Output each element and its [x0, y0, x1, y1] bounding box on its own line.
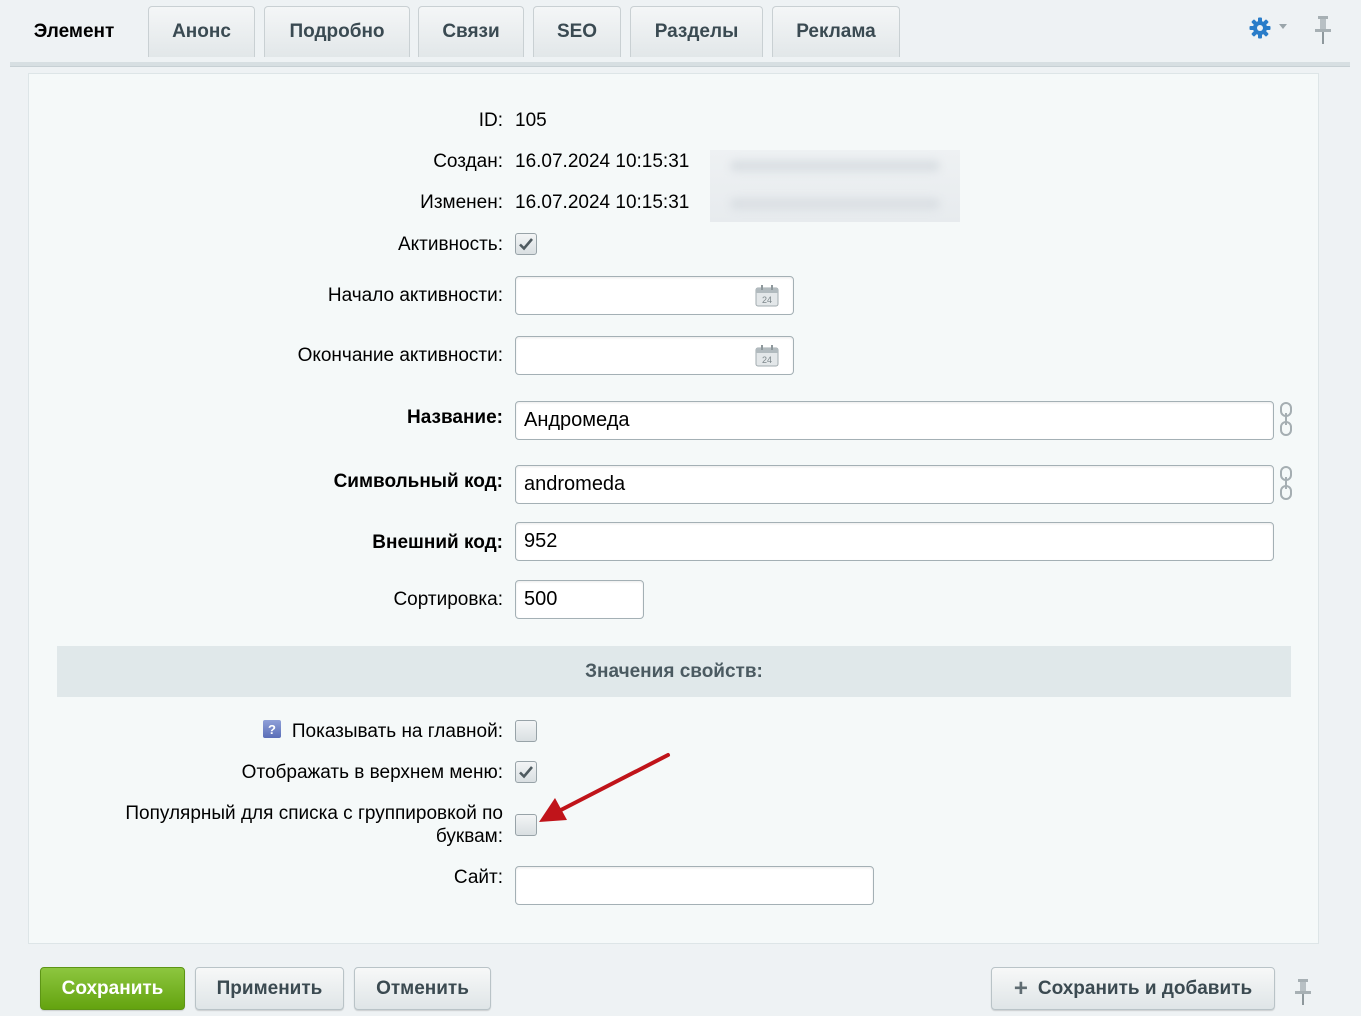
- annotation-arrow: [539, 753, 670, 822]
- calendar-icon[interactable]: 24: [755, 285, 779, 307]
- modified-value: 16.07.2024 10:15:31: [515, 192, 690, 213]
- tab-divider: [10, 62, 1350, 67]
- properties-section-header: Значения свойств:: [57, 646, 1291, 697]
- tab-label: Реклама: [796, 21, 876, 42]
- tab-detail[interactable]: Подробно: [264, 6, 410, 57]
- xml-id-input[interactable]: 952: [515, 522, 1274, 561]
- tab-advertising[interactable]: Реклама: [772, 6, 900, 57]
- tab-seo[interactable]: SEO: [533, 6, 621, 57]
- name-input[interactable]: Андромеда: [515, 401, 1274, 440]
- tab-element[interactable]: Элемент: [10, 0, 138, 62]
- save-and-add-button[interactable]: + Сохранить и добавить: [991, 967, 1275, 1010]
- apply-button[interactable]: Применить: [195, 967, 344, 1010]
- svg-text:24: 24: [762, 295, 772, 305]
- site-label: Сайт:: [453, 867, 503, 888]
- show-main-label: Показывать на главной:: [291, 721, 503, 742]
- name-label: Название:: [406, 407, 503, 428]
- tab-links[interactable]: Связи: [418, 6, 524, 57]
- gear-icon[interactable]: [1249, 17, 1271, 39]
- tab-label: Элемент: [33, 20, 115, 42]
- checkmark-icon: [519, 238, 533, 251]
- code-input[interactable]: andromeda: [515, 465, 1274, 504]
- active-to-input[interactable]: [515, 336, 794, 375]
- active-label: Активность:: [397, 234, 503, 255]
- popular-checkbox[interactable]: [515, 814, 537, 836]
- tab-label: Подробно: [289, 21, 385, 42]
- tab-label: Связи: [442, 21, 500, 42]
- pin-icon[interactable]: [1293, 978, 1313, 1006]
- created-label: Создан:: [433, 151, 503, 172]
- svg-text:24: 24: [762, 355, 772, 365]
- top-menu-label: Отображать в верхнем меню:: [241, 762, 503, 783]
- help-icon[interactable]: ?: [263, 720, 281, 738]
- translit-link-icon[interactable]: [1278, 465, 1294, 501]
- popular-label-line1: Популярный для списка с группировкой по: [125, 803, 503, 824]
- save-button[interactable]: Сохранить: [40, 967, 185, 1010]
- cancel-button[interactable]: Отменить: [354, 967, 491, 1010]
- plus-icon: +: [1013, 974, 1028, 1002]
- tab-announce[interactable]: Анонс: [148, 6, 255, 57]
- tab-sections[interactable]: Разделы: [630, 6, 763, 57]
- blurred-author-info: [710, 150, 960, 222]
- tab-label: Анонс: [172, 21, 231, 42]
- show-main-checkbox[interactable]: [515, 720, 537, 742]
- save-and-add-label: Сохранить и добавить: [1037, 977, 1253, 999]
- tab-label: SEO: [556, 21, 598, 42]
- id-label: ID:: [478, 110, 503, 131]
- active-checkbox[interactable]: [515, 233, 537, 255]
- active-from-label: Начало активности:: [327, 285, 503, 306]
- checkmark-icon: [519, 766, 533, 779]
- xml-id-label: Внешний код:: [372, 532, 503, 553]
- id-value: 105: [515, 110, 547, 131]
- code-label: Символьный код:: [333, 471, 503, 492]
- tab-label: Разделы: [654, 21, 739, 42]
- top-menu-checkbox[interactable]: [515, 761, 537, 783]
- sort-input[interactable]: 500: [515, 580, 644, 619]
- sort-label: Сортировка:: [393, 589, 503, 610]
- calendar-icon[interactable]: 24: [755, 345, 779, 367]
- translit-link-icon[interactable]: [1278, 401, 1294, 437]
- modified-label: Изменен:: [420, 192, 503, 213]
- chevron-down-icon[interactable]: [1279, 24, 1287, 29]
- active-to-label: Окончание активности:: [297, 345, 503, 366]
- properties-section-title: Значения свойств:: [585, 660, 763, 682]
- pin-icon[interactable]: [1312, 14, 1334, 46]
- created-value: 16.07.2024 10:15:31: [515, 151, 690, 172]
- site-input[interactable]: [515, 866, 874, 905]
- active-from-input[interactable]: [515, 276, 794, 315]
- tab-bar: Элемент Анонс Подробно Связи SEO Разделы…: [0, 0, 1361, 70]
- popular-label-line2: буквам:: [435, 826, 503, 847]
